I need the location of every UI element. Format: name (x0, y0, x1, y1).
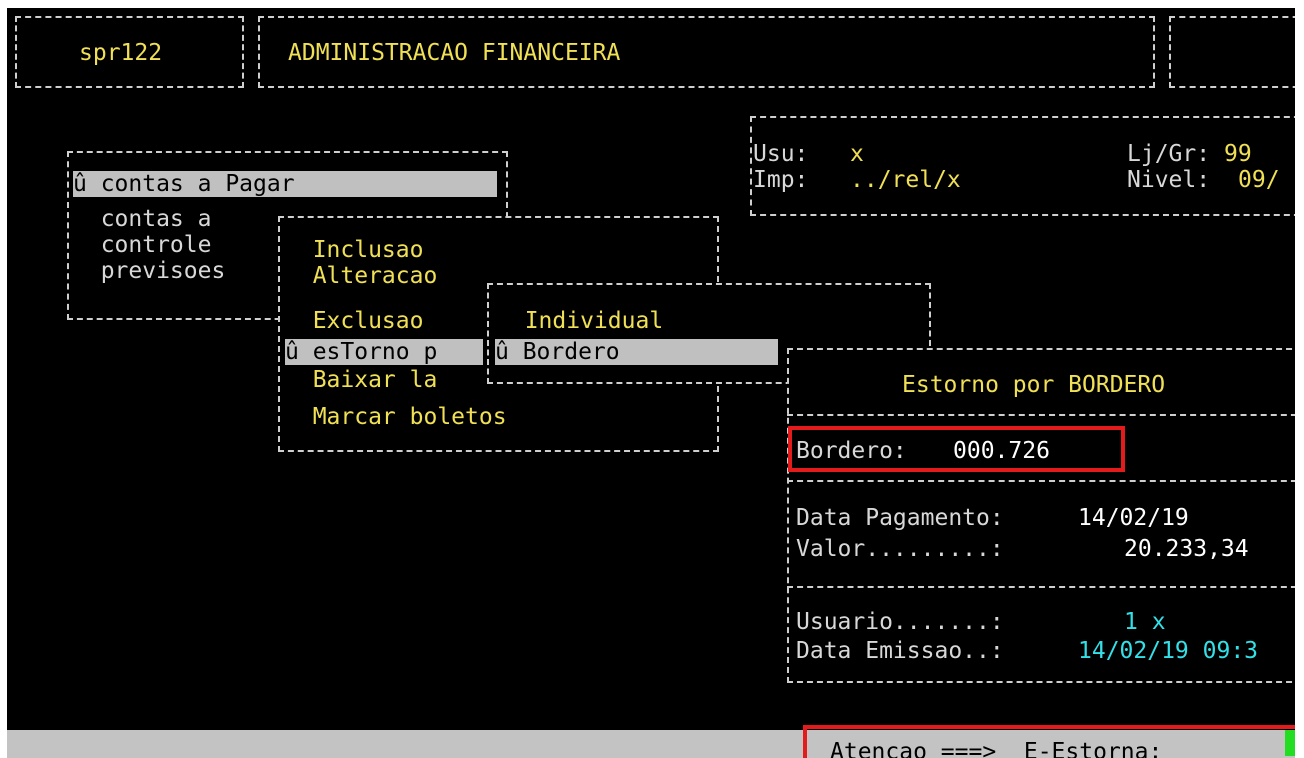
page-title: ADMINISTRACAO FINANCEIRA (288, 40, 621, 66)
data-emissao-value: 14/02/19 09:3 (1078, 638, 1259, 664)
menu-item-alteracao[interactable]: Alteracao (285, 263, 438, 289)
menu-item-previsoes[interactable]: previsoes (73, 258, 226, 284)
valor-label: Valor.........: (796, 536, 1004, 562)
menu-item-exclusao[interactable]: Exclusao (285, 308, 424, 334)
usuario-value: 1 x (1124, 609, 1166, 635)
dialog-title: Estorno por BORDERO (902, 372, 1166, 398)
status-highlight-box (803, 725, 1295, 758)
usu-label: Usu: (753, 141, 809, 167)
usuario-label: Usuario.......: (796, 609, 1004, 635)
menu-item-baixar[interactable]: Baixar la (285, 367, 438, 393)
nivel-value: 09/ (1238, 167, 1280, 193)
dialog-divider-3 (787, 586, 1295, 588)
menu-item-marcar-boletos[interactable]: Marcar boletos (285, 404, 507, 430)
menu-item-contas-pagar[interactable]: û contas a Pagar (73, 171, 497, 197)
menu-item-contas-a[interactable]: contas a (73, 206, 212, 232)
cursor-indicator (1285, 730, 1295, 756)
user-info-box (750, 116, 1295, 216)
imp-value: ../rel/x (850, 167, 961, 193)
dialog-divider-2 (787, 480, 1295, 482)
data-emissao-label: Data Emissao..: (796, 638, 1004, 664)
menu-item-estorno[interactable]: û esTorno p (285, 339, 483, 365)
program-id: spr122 (79, 40, 163, 66)
dialog-divider-1 (787, 414, 1295, 416)
ljgr-value: 99 (1224, 141, 1252, 167)
data-pagamento-label: Data Pagamento: (796, 505, 1004, 531)
menu-item-bordero[interactable]: û Bordero (495, 339, 778, 365)
ljgr-label: Lj/Gr: (1127, 141, 1211, 167)
valor-value: 20.233,34 (1124, 536, 1249, 562)
nivel-label: Nivel: (1127, 167, 1211, 193)
usu-value: x (850, 141, 864, 167)
menu-item-controle[interactable]: controle (73, 232, 212, 258)
header-right-box (1169, 16, 1295, 88)
imp-label: Imp: (753, 167, 809, 193)
data-pagamento-value: 14/02/19 (1078, 505, 1189, 531)
menu-item-inclusao[interactable]: Inclusao (285, 237, 424, 263)
terminal-screen: spr122 ADMINISTRACAO FINANCEIRA Usu: x I… (7, 8, 1295, 758)
bordero-highlight-box (788, 426, 1125, 472)
menu-item-individual[interactable]: Individual (497, 308, 663, 334)
